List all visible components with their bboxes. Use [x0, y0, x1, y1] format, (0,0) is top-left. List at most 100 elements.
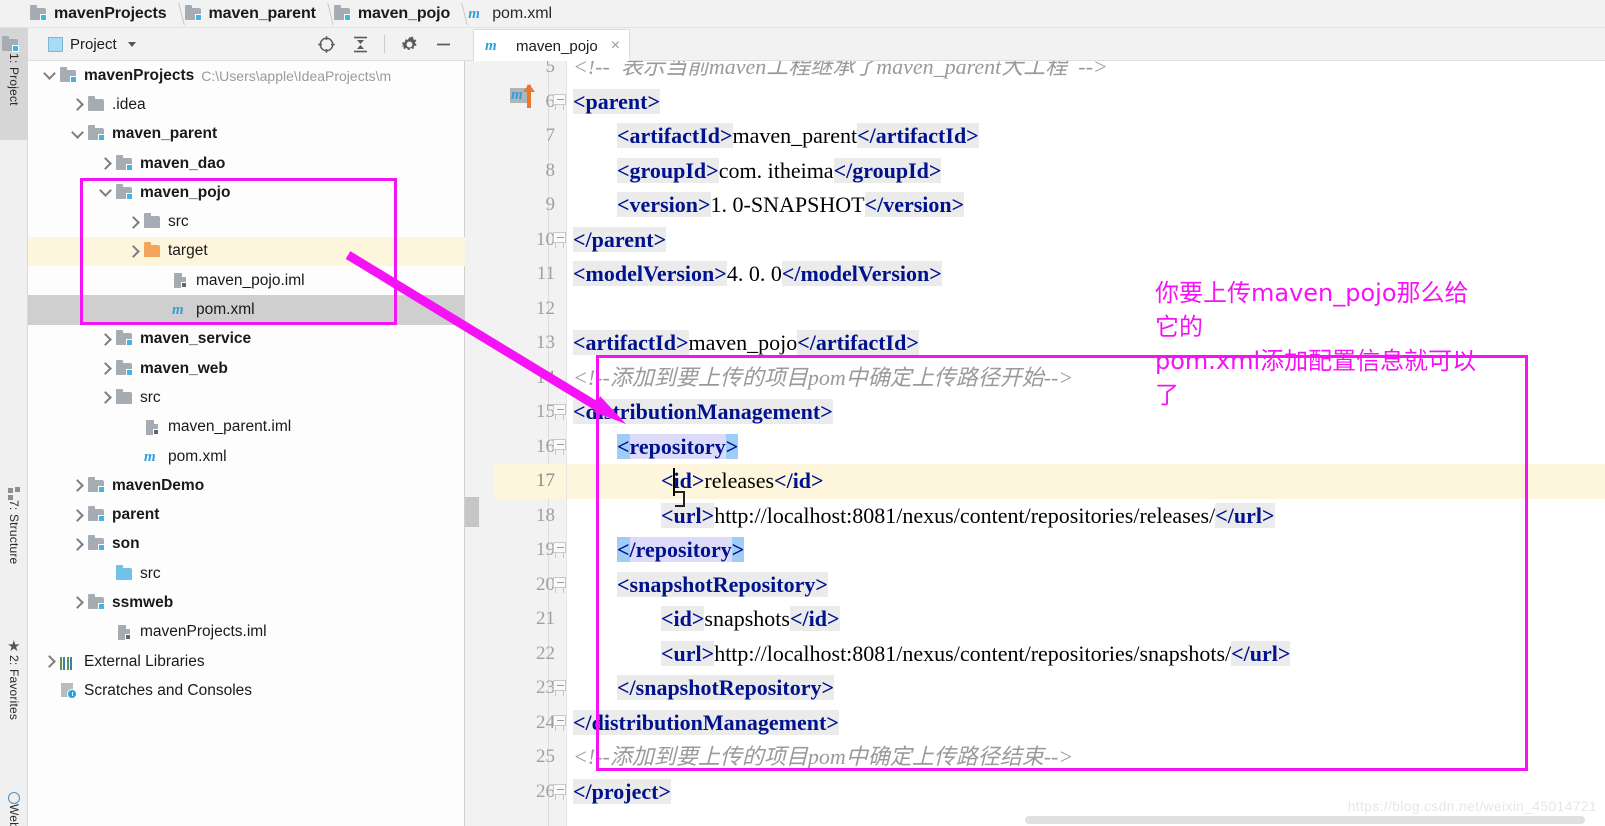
code-token: </url> [1231, 640, 1291, 666]
locate-target-icon[interactable] [316, 34, 336, 54]
fold-toggle-icon[interactable] [553, 706, 566, 741]
code-editor[interactable]: m 56789101112131415161718192021222324252… [465, 61, 1605, 826]
code-content[interactable]: <!-- 表示当前maven工程继承了maven_parent大工程 --> <p… [567, 61, 1605, 826]
chevron-right-icon[interactable] [66, 501, 88, 530]
horizontal-scrollbar[interactable] [1025, 816, 1585, 824]
tree-item-parent[interactable]: parent [28, 500, 465, 529]
chevron-down-icon[interactable] [94, 178, 116, 207]
project-tree[interactable]: mavenProjects C:\Users\apple\IdeaProjects… [28, 61, 465, 826]
chevron-down-icon[interactable] [66, 120, 88, 149]
code-line[interactable]: </snapshotRepository> [567, 671, 1605, 706]
sidebar-tab-web[interactable]: Web [0, 783, 28, 826]
project-panel-toolbar [316, 34, 459, 54]
tree-item-label: son [112, 535, 140, 553]
code-line[interactable]: <url>http://localhost:8081/nexus/content… [567, 499, 1605, 534]
tree-item-label: maven_service [140, 330, 252, 348]
folder-icon [88, 95, 107, 113]
chevron-right-icon[interactable] [94, 325, 116, 354]
chevron-right-icon[interactable] [122, 208, 144, 237]
chevron-right-icon[interactable] [66, 588, 88, 617]
tree-item-mavenprojects-iml[interactable]: mavenProjects.iml [28, 618, 465, 647]
code-line-text: <url>http://localhost:8081/nexus/content… [661, 637, 1291, 672]
fold-toggle-icon[interactable] [553, 671, 566, 706]
chevron-right-icon[interactable] [122, 237, 144, 266]
tree-item-label: maven_dao [140, 154, 226, 172]
fold-toggle-icon[interactable] [553, 775, 566, 810]
chevron-right-icon[interactable] [94, 149, 116, 178]
editor-tab-maven-pojo[interactable]: m maven_pojo × [473, 29, 631, 62]
tree-item-external-libraries[interactable]: External Libraries [28, 647, 465, 676]
tree-item-maven-pojo[interactable]: maven_pojo [28, 178, 465, 207]
chevron-down-icon [127, 41, 136, 47]
breadcrumb-item-maven-pojo[interactable]: maven_pojo [332, 0, 452, 28]
annotation-arrow [345, 251, 626, 424]
code-line[interactable]: </distributionManagement> [567, 706, 1605, 741]
code-line[interactable]: <parent> [567, 85, 1605, 120]
tree-item--idea[interactable]: .idea [28, 90, 465, 119]
tree-item-mavenprojects[interactable]: mavenProjects C:\Users\apple\IdeaProjects… [28, 61, 465, 90]
editor-tab-bar: m maven_pojo × [465, 28, 1605, 62]
tree-item-maven-parent[interactable]: maven_parent [28, 120, 465, 149]
chevron-right-icon[interactable] [94, 383, 116, 412]
tree-item-label: maven_pojo [140, 183, 231, 201]
chevron-right-icon[interactable] [38, 647, 60, 676]
code-line[interactable]: <id>releases</id> [567, 464, 1605, 499]
collapse-all-icon[interactable] [350, 34, 370, 54]
fold-toggle-icon[interactable] [553, 533, 566, 568]
sidebar-tab-favorites[interactable]: ★ 2: Favorites [0, 628, 28, 768]
code-line[interactable]: <!--添加到要上传的项目pom中确定上传路径结束--> [567, 740, 1605, 775]
folder-source-icon [116, 564, 135, 582]
module-folder-icon [60, 66, 79, 84]
gear-icon[interactable] [399, 34, 419, 54]
code-line[interactable]: </repository> [567, 533, 1605, 568]
code-line[interactable]: <url>http://localhost:8081/nexus/content… [567, 637, 1605, 672]
code-line[interactable]: <version>1. 0-SNAPSHOT</version> [567, 188, 1605, 223]
chevron-right-icon[interactable] [66, 530, 88, 559]
code-line[interactable]: <groupId>com. itheima</groupId> [567, 154, 1605, 189]
tree-item-son[interactable]: son [28, 530, 465, 559]
sidebar-tab-structure[interactable]: 7: Structure [0, 478, 28, 613]
code-line[interactable]: <repository> [567, 430, 1605, 465]
code-line[interactable]: <!-- 表示当前maven工程继承了maven_parent大工程 --> [567, 61, 1605, 85]
folder-icon [116, 388, 135, 406]
code-line[interactable]: <artifactId>maven_parent</artifactId> [567, 119, 1605, 154]
code-line[interactable]: <snapshotRepository> [567, 568, 1605, 603]
tree-item-src[interactable]: src [28, 559, 465, 588]
code-token: </snapshotRepository> [617, 675, 834, 700]
line-number: 25 [536, 746, 555, 767]
tree-item-src[interactable]: src [28, 207, 465, 236]
chevron-right-icon[interactable] [66, 471, 88, 500]
code-line-text: <parent> [573, 85, 661, 120]
chevron-down-icon[interactable] [38, 61, 60, 90]
breadcrumb-item-maven-parent[interactable]: maven_parent [183, 0, 318, 28]
code-line[interactable]: <id>snapshots</id> [567, 602, 1605, 637]
tree-item-mavendemo[interactable]: mavenDemo [28, 471, 465, 500]
tree-item-pom-xml[interactable]: m pom.xml [28, 442, 465, 471]
breadcrumb-item-mavenprojects[interactable]: mavenProjects [28, 0, 169, 28]
module-folder-icon [30, 4, 49, 22]
tree-item-label: mavenProjects [84, 66, 195, 84]
project-view-icon [48, 36, 63, 52]
breadcrumb-item-pom-xml[interactable]: m pom.xml [466, 0, 554, 28]
annotation-note: 你要上传maven_pojo那么给它的 pom.xml添加配置信息就可以了 [1155, 276, 1485, 412]
tree-item-label: parent [112, 506, 160, 524]
breadcrumb-separator [318, 0, 332, 28]
tree-item-maven-dao[interactable]: maven_dao [28, 149, 465, 178]
project-panel-title-dropdown[interactable]: Project [34, 36, 136, 53]
close-icon[interactable]: × [611, 37, 620, 55]
code-token: <snapshotRepository> [617, 571, 828, 597]
sidebar-tab-project[interactable]: 1: Project [0, 28, 28, 140]
chevron-right-icon[interactable] [94, 354, 116, 383]
tree-item-ssmweb[interactable]: ssmweb [28, 588, 465, 617]
code-line[interactable]: </parent> [567, 223, 1605, 258]
fold-toggle-icon[interactable] [553, 85, 566, 120]
tree-item-scratches-and-consoles[interactable]: Scratches and Consoles [28, 676, 465, 705]
fold-toggle-icon[interactable] [553, 568, 566, 603]
chevron-right-icon[interactable] [66, 90, 88, 119]
code-token: <id> [661, 468, 705, 493]
code-line-text: </snapshotRepository> [617, 671, 834, 706]
minimize-icon[interactable] [433, 34, 453, 54]
